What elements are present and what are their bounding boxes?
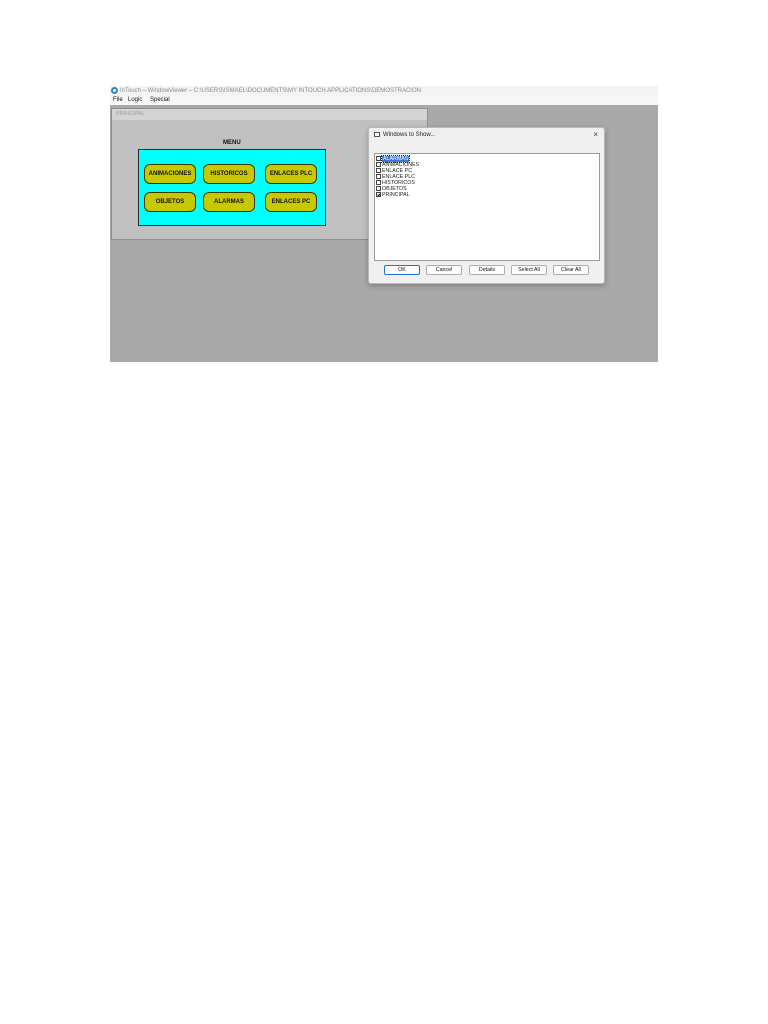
objetos-button[interactable]: OBJETOS: [144, 192, 196, 212]
checkbox[interactable]: [376, 186, 381, 191]
checkbox[interactable]: [376, 192, 381, 197]
checkbox[interactable]: [376, 162, 381, 167]
menu-special[interactable]: Special: [150, 96, 170, 105]
details-button[interactable]: Details: [469, 265, 505, 275]
checkbox[interactable]: [376, 168, 381, 173]
menu-heading: MENU: [223, 140, 241, 146]
menu-bar: File Logic Special: [110, 96, 658, 105]
select-all-button[interactable]: Select All: [511, 265, 547, 275]
menu-file[interactable]: File: [113, 96, 123, 105]
list-item-label: PRINCIPAL: [382, 192, 410, 198]
title-bar: InTouch – WindowViewer – C:\USERS\ISMAEL…: [110, 86, 658, 96]
dialog-title: Windows to Show...: [383, 132, 436, 138]
clear-all-button[interactable]: Clear All: [553, 265, 589, 275]
close-icon[interactable]: ×: [593, 128, 598, 142]
cancel-button[interactable]: Cancel: [426, 265, 462, 275]
menu-logic[interactable]: Logic: [128, 96, 142, 105]
alarmas-button[interactable]: ALARMAS: [203, 192, 255, 212]
menu-panel: ANIMACIONES HISTORICOS ENLACES PLC OBJET…: [138, 149, 326, 226]
intouch-app-icon: [111, 87, 118, 94]
enlaces-plc-button[interactable]: ENLACES PLC: [265, 164, 317, 184]
windows-to-show-dialog: Windows to Show... × ALARMAS ANIMACIONES…: [368, 127, 605, 284]
animaciones-button[interactable]: ANIMACIONES: [144, 164, 196, 184]
windows-listbox[interactable]: ALARMAS ANIMACIONES ENLACE PC ENLACE PLC…: [374, 153, 600, 261]
dialog-title-bar: Windows to Show... ×: [369, 128, 604, 142]
list-item[interactable]: PRINCIPAL: [376, 192, 410, 198]
principal-window-title: PRINCIPAL: [112, 109, 427, 120]
window-icon: [374, 132, 380, 137]
checkbox[interactable]: [376, 180, 381, 185]
checkbox[interactable]: [376, 174, 381, 179]
checkbox[interactable]: [376, 156, 381, 161]
window-title: InTouch – WindowViewer – C:\USERS\ISMAEL…: [120, 88, 421, 94]
enlaces-pc-button[interactable]: ENLACES PC: [265, 192, 317, 212]
ok-button[interactable]: OK: [384, 265, 420, 275]
historicos-button[interactable]: HISTORICOS: [203, 164, 255, 184]
